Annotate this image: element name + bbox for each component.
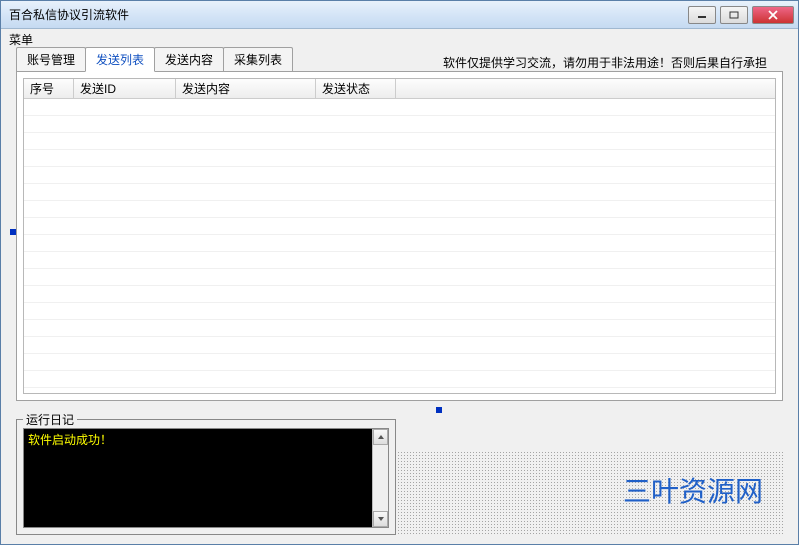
- log-text-area[interactable]: 软件启动成功！: [24, 429, 372, 527]
- maximize-icon: [729, 11, 739, 19]
- menu-item[interactable]: 菜单: [9, 33, 33, 47]
- tab-account-mgmt[interactable]: 账号管理: [16, 47, 86, 71]
- table-row: [24, 133, 775, 150]
- log-line: 软件启动成功！: [28, 431, 368, 448]
- col-seq[interactable]: 序号: [24, 79, 74, 98]
- resize-handle[interactable]: [10, 229, 16, 235]
- titlebar: 百合私信协议引流软件: [1, 1, 798, 29]
- table-row: [24, 218, 775, 235]
- table-header: 序号 发送ID 发送内容 发送状态: [24, 79, 775, 99]
- send-table[interactable]: 序号 发送ID 发送内容 发送状态: [23, 78, 776, 394]
- table-row: [24, 286, 775, 303]
- col-send-id[interactable]: 发送ID: [74, 79, 176, 98]
- table-row: [24, 235, 775, 252]
- table-row: [24, 371, 775, 388]
- table-row: [24, 354, 775, 371]
- table-row: [24, 269, 775, 286]
- close-button[interactable]: [752, 6, 794, 24]
- chevron-down-icon: [377, 516, 385, 522]
- tab-panel: 序号 发送ID 发送内容 发送状态: [16, 71, 783, 401]
- table-body: [24, 99, 775, 393]
- table-row: [24, 150, 775, 167]
- col-spacer: [396, 79, 775, 98]
- resize-handle[interactable]: [436, 407, 442, 413]
- close-icon: [767, 10, 779, 20]
- log-scrollbar[interactable]: [372, 429, 388, 527]
- log-title: 运行日记: [23, 411, 77, 428]
- scroll-track[interactable]: [373, 445, 388, 511]
- table-row: [24, 320, 775, 337]
- table-row: [24, 116, 775, 133]
- tab-collect-list[interactable]: 采集列表: [223, 47, 293, 71]
- window-title: 百合私信协议引流软件: [9, 6, 688, 23]
- chevron-up-icon: [377, 434, 385, 440]
- log-groupbox: 运行日记 软件启动成功！: [16, 419, 396, 535]
- log-body: 软件启动成功！: [23, 428, 389, 528]
- col-send-status[interactable]: 发送状态: [316, 79, 396, 98]
- tab-send-list[interactable]: 发送列表: [85, 47, 155, 72]
- table-row: [24, 303, 775, 320]
- minimize-button[interactable]: [688, 6, 716, 24]
- scroll-down-button[interactable]: [373, 511, 388, 527]
- warning-text: 软件仅提供学习交流，请勿用于非法用途！否则后果自行承担: [443, 54, 783, 71]
- menubar: 菜单: [1, 29, 798, 47]
- tab-row: 账号管理 发送列表 发送内容 采集列表 软件仅提供学习交流，请勿用于非法用途！否…: [16, 49, 783, 71]
- table-row: [24, 184, 775, 201]
- app-window: 百合私信协议引流软件 菜单 账号管理 发送列表 发送内容 采集列表 软件仅提供学…: [0, 0, 799, 545]
- window-controls: [688, 6, 794, 24]
- table-row: [24, 201, 775, 218]
- table-row: [24, 167, 775, 184]
- table-row: [24, 99, 775, 116]
- minimize-icon: [697, 11, 707, 19]
- client-area: 账号管理 发送列表 发送内容 采集列表 软件仅提供学习交流，请勿用于非法用途！否…: [16, 49, 783, 534]
- maximize-button[interactable]: [720, 6, 748, 24]
- table-row: [24, 337, 775, 354]
- table-row: [24, 252, 775, 269]
- watermark: 三叶资源网: [623, 470, 763, 510]
- tab-send-content[interactable]: 发送内容: [154, 47, 224, 71]
- col-send-content[interactable]: 发送内容: [176, 79, 316, 98]
- scroll-up-button[interactable]: [373, 429, 388, 445]
